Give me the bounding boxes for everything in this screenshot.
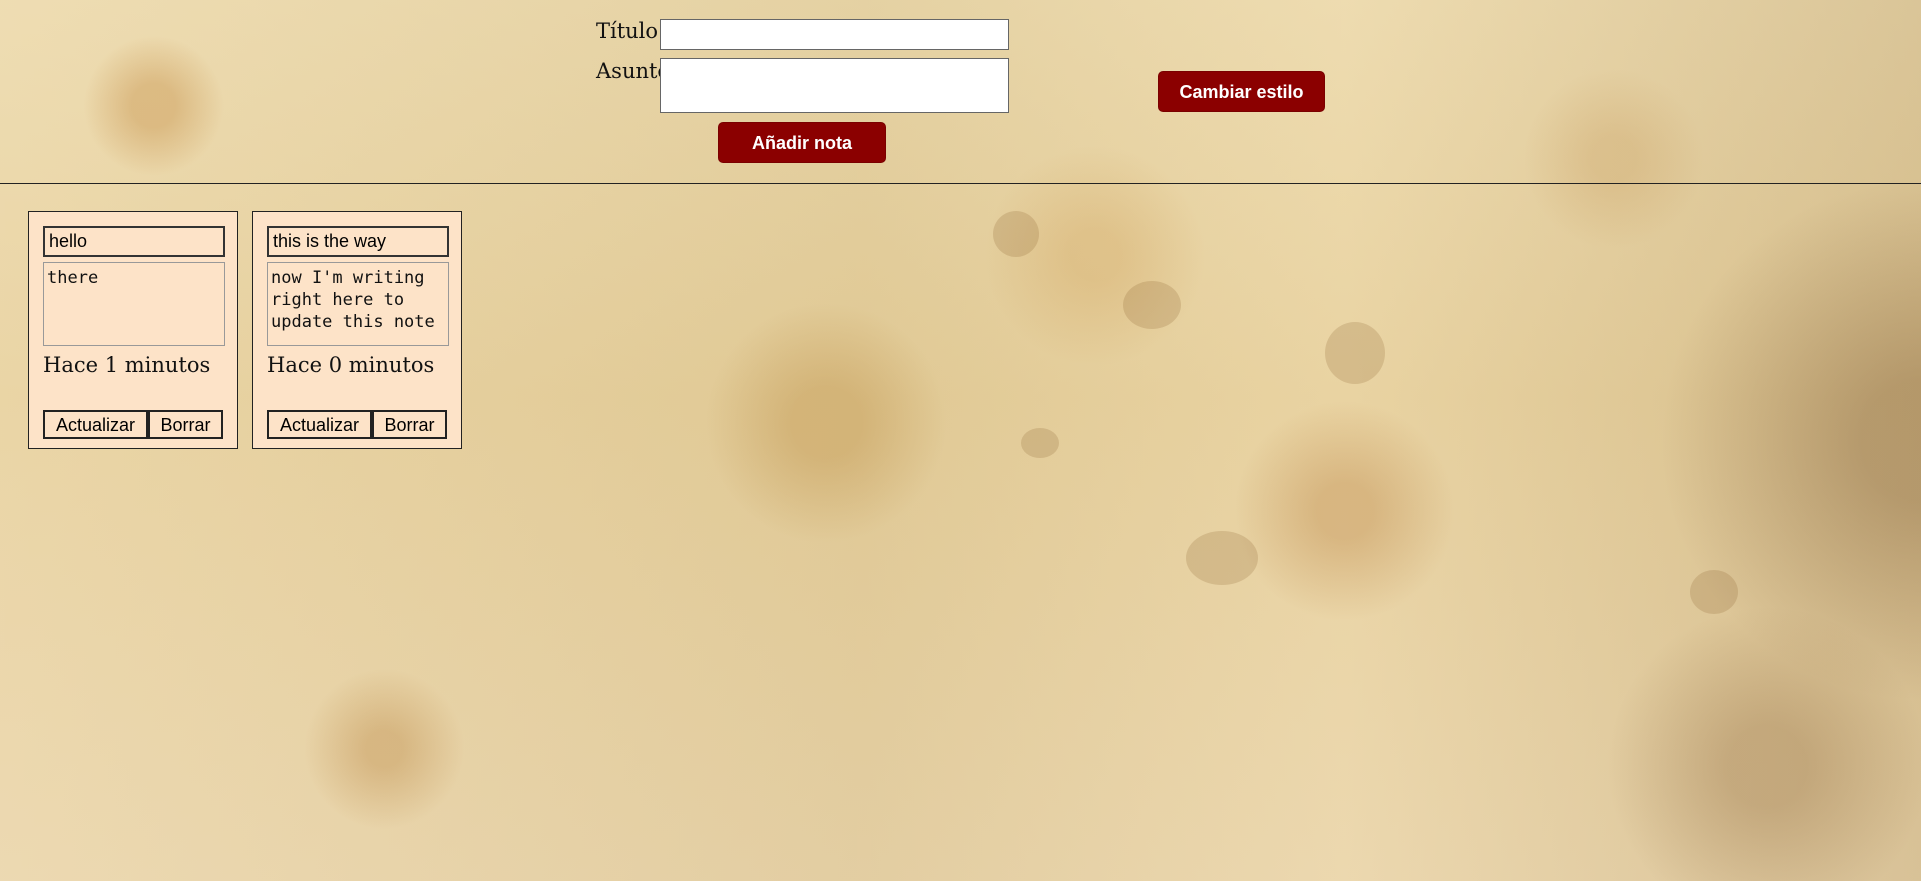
note-timestamp: Hace 0 minutos [267,353,435,377]
delete-note-button[interactable]: Borrar [148,410,223,439]
paper-stain [1186,531,1258,585]
paper-stain [1021,428,1059,458]
add-note-button[interactable]: Añadir nota [718,122,886,163]
note-actions: Actualizar Borrar [43,410,223,439]
update-note-button[interactable]: Actualizar [267,410,372,439]
note-body-input[interactable]: now I'm writing right here to update thi… [267,262,449,346]
change-style-button[interactable]: Cambiar estilo [1158,71,1325,112]
paper-stain [993,211,1039,257]
note-title-input[interactable] [43,226,225,257]
note-timestamp: Hace 1 minutos [43,353,211,377]
note-body-input[interactable]: there [43,262,225,346]
note-actions: Actualizar Borrar [267,410,447,439]
notes-list: there Hace 1 minutos Actualizar Borrar n… [28,211,462,449]
note-card: now I'm writing right here to update thi… [252,211,462,449]
title-label: Título [596,19,659,43]
subject-input[interactable] [660,58,1009,113]
subject-label: Asunto [596,59,671,83]
paper-stain [1690,570,1738,614]
note-form-area: Título Asunto Añadir nota Cambiar estilo [0,0,1921,184]
paper-stain [1123,281,1181,329]
title-input[interactable] [660,19,1009,50]
update-note-button[interactable]: Actualizar [43,410,148,439]
paper-stain [1325,322,1385,384]
note-title-input[interactable] [267,226,449,257]
delete-note-button[interactable]: Borrar [372,410,447,439]
note-card: there Hace 1 minutos Actualizar Borrar [28,211,238,449]
